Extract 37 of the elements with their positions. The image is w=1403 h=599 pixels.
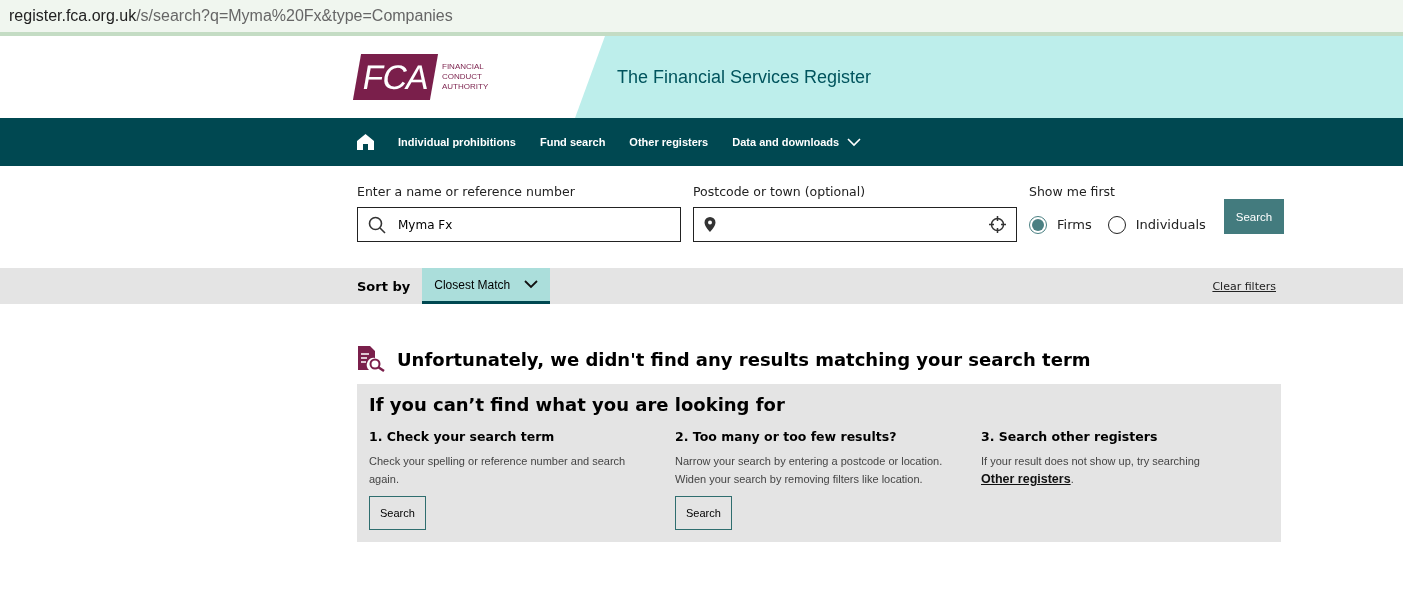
help-heading: 1. Check your search term [369,429,555,444]
no-results-message: Unfortunately, we didn't find any results matching your search term [397,348,1091,370]
help-title: If you can’t find what you are looking for [369,394,786,415]
logo-mark[interactable]: FCA [352,54,439,100]
location-pin-icon [704,217,716,232]
help-heading: 2. Too many or too few results? [675,429,897,444]
sort-dropdown[interactable]: Closest Match [422,268,551,304]
document-search-icon [357,346,385,372]
name-search-field[interactable]: Myma Fx [357,207,681,242]
search-icon [368,215,386,234]
other-registers-link[interactable]: Other registers [981,472,1071,486]
radio-option[interactable]: Firms [1029,215,1092,234]
radio-option[interactable]: Individuals [1107,215,1206,234]
site-title: The Financial Services Register [616,66,872,88]
nav-link[interactable]: Individual prohibitions [398,136,516,148]
search-button[interactable]: Search [1223,199,1285,234]
chevron-down-icon [847,137,862,147]
home-icon[interactable] [357,134,374,150]
field-label: Enter a name or reference number [357,184,576,199]
crosshair-icon[interactable] [989,216,1006,233]
chevron-down-icon [524,280,539,289]
help-text: If your result does not show up, try searching Other registers. [981,454,1201,488]
field-label: Postcode or town (optional) [693,184,867,199]
help-text: Narrow your search by entering a postcode or location. Widen your search by removing filters like location. [675,454,944,487]
sort-label: Sort by [357,278,411,294]
field-label: Show me first [1029,184,1116,199]
help-heading: 3. Search other registers [981,429,1158,444]
nav-menu[interactable]: Data and downloads [732,136,862,148]
nav-link[interactable]: Other registers [629,136,709,148]
address-bar[interactable]: register.fca.org.uk/s/search?q=Myma%20Fx&type=Companies [0,0,1403,36]
clear-filters-link[interactable]: Clear filters [1212,279,1276,293]
nav-link[interactable]: Fund search [539,136,606,148]
help-text: Check your spelling or reference number and search again. [369,454,627,487]
search-button[interactable]: Search [675,496,732,530]
postcode-field[interactable] [693,207,1017,242]
search-button[interactable]: Search [369,496,426,530]
logo-text: FINANCIAL CONDUCT AUTHORITY [442,62,489,92]
